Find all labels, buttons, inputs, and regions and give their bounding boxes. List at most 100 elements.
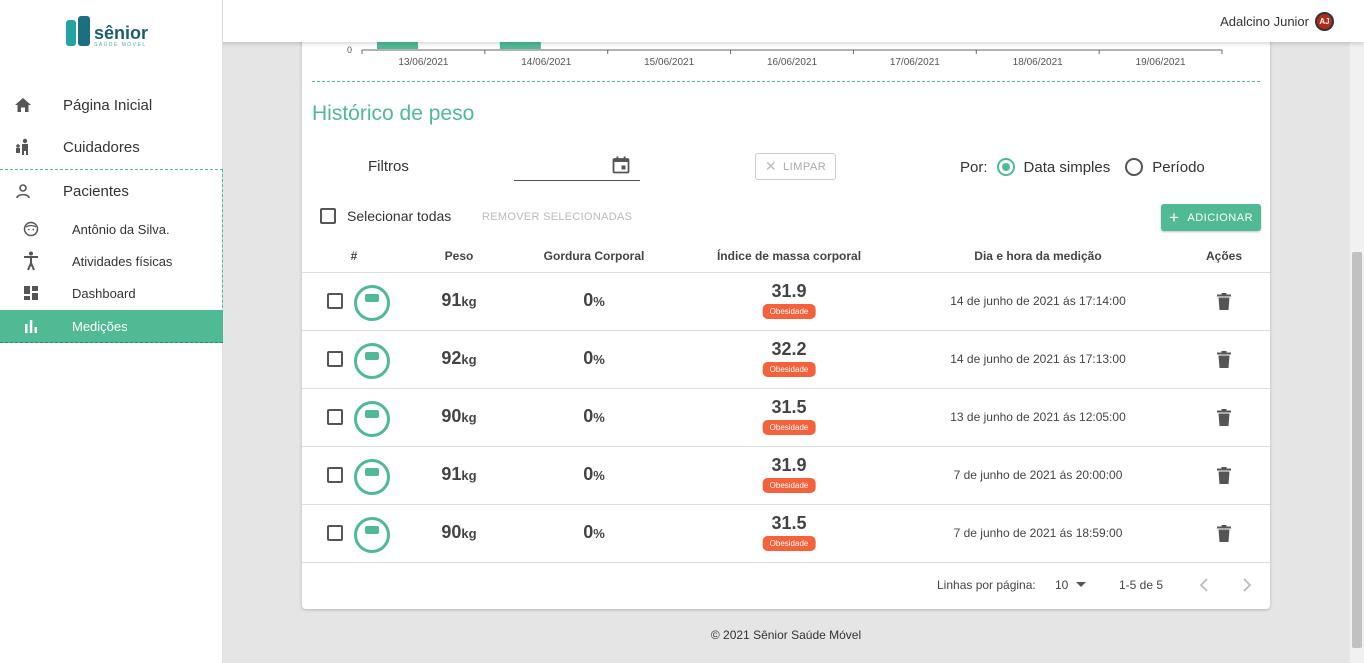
- close-icon: ✕: [764, 158, 778, 174]
- header-actions: Ações: [1205, 249, 1243, 263]
- section-title: Histórico de peso: [312, 102, 475, 125]
- filter-mode: Por: Data simples Período: [960, 158, 1205, 176]
- bmi-cell: 32.2 Obesidade: [762, 339, 816, 377]
- weight-value: 91: [441, 290, 462, 310]
- trash-icon[interactable]: [1217, 467, 1231, 484]
- trash-icon[interactable]: [1217, 293, 1231, 310]
- select-all-checkbox[interactable]: [320, 208, 336, 224]
- sidebar-subitem-measurements[interactable]: Medições: [0, 310, 223, 343]
- clear-button[interactable]: ✕ LIMPAR: [755, 153, 836, 180]
- bmi-value: 31.5: [771, 513, 807, 533]
- select-all[interactable]: Selecionar todas: [320, 208, 451, 224]
- row-checkbox[interactable]: [327, 351, 343, 367]
- avatar[interactable]: AJ: [1315, 12, 1334, 31]
- bmi-cell: 31.5 Obesidade: [762, 513, 816, 551]
- remove-selected-button[interactable]: REMOVER SELECIONADAS: [482, 211, 632, 223]
- radio-simple-date[interactable]: [996, 158, 1015, 176]
- radio-period[interactable]: [1125, 158, 1144, 176]
- x-tick-label: 14/06/2021: [521, 57, 571, 68]
- face-icon: [22, 220, 40, 238]
- trash-icon[interactable]: [1217, 525, 1231, 542]
- radio-simple-date-label: Data simples: [1023, 158, 1111, 176]
- body-fat-value: 0: [583, 348, 594, 368]
- sidebar-subitem-label: Atividades físicas: [72, 253, 173, 269]
- rows-per-page-label: Linhas por página:: [937, 578, 1036, 592]
- radio-period-label: Período: [1152, 158, 1205, 176]
- divider: [312, 81, 1260, 82]
- filter-mode-label: Por:: [960, 158, 988, 176]
- date-field[interactable]: [514, 153, 640, 181]
- body-fat-unit: %: [593, 468, 605, 483]
- activity-icon: [22, 251, 40, 271]
- user-menu[interactable]: Adalcino Junior AJ: [1220, 12, 1334, 31]
- weight-value: 90: [441, 406, 462, 426]
- rows-per-page-select[interactable]: 10: [1055, 578, 1087, 592]
- y-tick-label: 0: [347, 45, 352, 55]
- bmi-cell: 31.9 Obesidade: [762, 281, 816, 319]
- body-fat-unit: %: [593, 526, 605, 541]
- sidebar-subitem-dashboard[interactable]: Dashboard: [0, 284, 223, 302]
- x-tick-label: 15/06/2021: [644, 57, 694, 68]
- weight-value: 92: [441, 348, 462, 368]
- sidebar-item-home[interactable]: Página Inicial: [0, 95, 223, 115]
- bar-chart-icon: [22, 317, 40, 335]
- weight-cell: 90kg: [441, 406, 476, 427]
- logo-title: sênior: [94, 23, 149, 43]
- add-button-label: ADICIONAR: [1187, 211, 1254, 224]
- logo[interactable]: sênior SAÚDE MÓVEL: [66, 16, 148, 48]
- bmi-cell: 31.9 Obesidade: [762, 455, 816, 493]
- table-row: 91kg 0% 31.9 Obesidade 7 de junho de 2021 ás…: [302, 447, 1270, 505]
- next-page-icon[interactable]: [1242, 578, 1252, 592]
- bmi-value: 31.5: [771, 397, 807, 417]
- body-fat-cell: 0%: [583, 406, 605, 427]
- footer: © 2021 Sênior Saúde Móvel: [710, 628, 862, 642]
- trash-icon[interactable]: [1217, 351, 1231, 368]
- bmi-value: 32.2: [771, 339, 807, 359]
- row-checkbox[interactable]: [327, 293, 343, 309]
- sidebar-subitem-activities[interactable]: Atividades físicas: [0, 251, 223, 271]
- user-name: Adalcino Junior: [1220, 14, 1309, 29]
- logo-mark-icon: [66, 16, 92, 48]
- scale-icon: [354, 285, 390, 321]
- table-row: 90kg 0% 31.5 Obesidade 7 de junho de 2021 ás…: [302, 505, 1270, 563]
- scrollbar-thumb[interactable]: [1352, 252, 1362, 648]
- x-tick-label: 16/06/2021: [767, 57, 817, 68]
- scale-icon: [354, 459, 390, 495]
- sidebar-subitem-patient[interactable]: Antônio da Silva.: [0, 220, 223, 238]
- measurement-date: 7 de junho de 2021 ás 20:00:00: [953, 468, 1123, 482]
- sidebar-item-patients[interactable]: Pacientes: [0, 181, 223, 201]
- header-bmi: Índice de massa corporal: [716, 249, 862, 263]
- row-checkbox[interactable]: [327, 467, 343, 483]
- bmi-status-badge: Obesidade: [762, 304, 816, 319]
- home-icon: [14, 96, 32, 114]
- bmi-status-badge: Obesidade: [762, 420, 816, 435]
- header-index: #: [350, 249, 358, 263]
- row-checkbox[interactable]: [327, 409, 343, 425]
- dashboard-icon: [22, 284, 40, 302]
- row-checkbox[interactable]: [327, 525, 343, 541]
- scale-icon: [354, 401, 390, 437]
- weight-unit: kg: [461, 294, 477, 309]
- x-tick-label: 17/06/2021: [890, 57, 940, 68]
- bmi-cell: 31.5 Obesidade: [762, 397, 816, 435]
- weight-value: 90: [441, 522, 462, 542]
- measurement-date: 14 de junho de 2021 ás 17:14:00: [950, 294, 1126, 308]
- add-button[interactable]: + ADICIONAR: [1161, 204, 1261, 231]
- measurement-date: 7 de junho de 2021 ás 18:59:00: [953, 526, 1123, 540]
- body-fat-value: 0: [583, 464, 594, 484]
- sidebar: sênior SAÚDE MÓVEL Página Inicial Cuidad…: [0, 0, 223, 663]
- weight-cell: 91kg: [441, 290, 476, 311]
- weight-cell: 92kg: [441, 348, 476, 369]
- weight-value: 91: [441, 464, 462, 484]
- calendar-icon[interactable]: [612, 156, 630, 174]
- sidebar-item-label: Cuidadores: [63, 138, 140, 156]
- prev-page-icon[interactable]: [1199, 578, 1209, 592]
- plus-icon: +: [1168, 208, 1180, 227]
- filters-label: Filtros: [368, 158, 409, 175]
- weight-unit: kg: [461, 352, 477, 367]
- sidebar-subitem-label: Antônio da Silva.: [72, 221, 170, 237]
- sidebar-item-caregivers[interactable]: Cuidadores: [0, 137, 223, 157]
- trash-icon[interactable]: [1217, 409, 1231, 426]
- sidebar-item-label: Página Inicial: [63, 96, 153, 114]
- body-fat-unit: %: [593, 352, 605, 367]
